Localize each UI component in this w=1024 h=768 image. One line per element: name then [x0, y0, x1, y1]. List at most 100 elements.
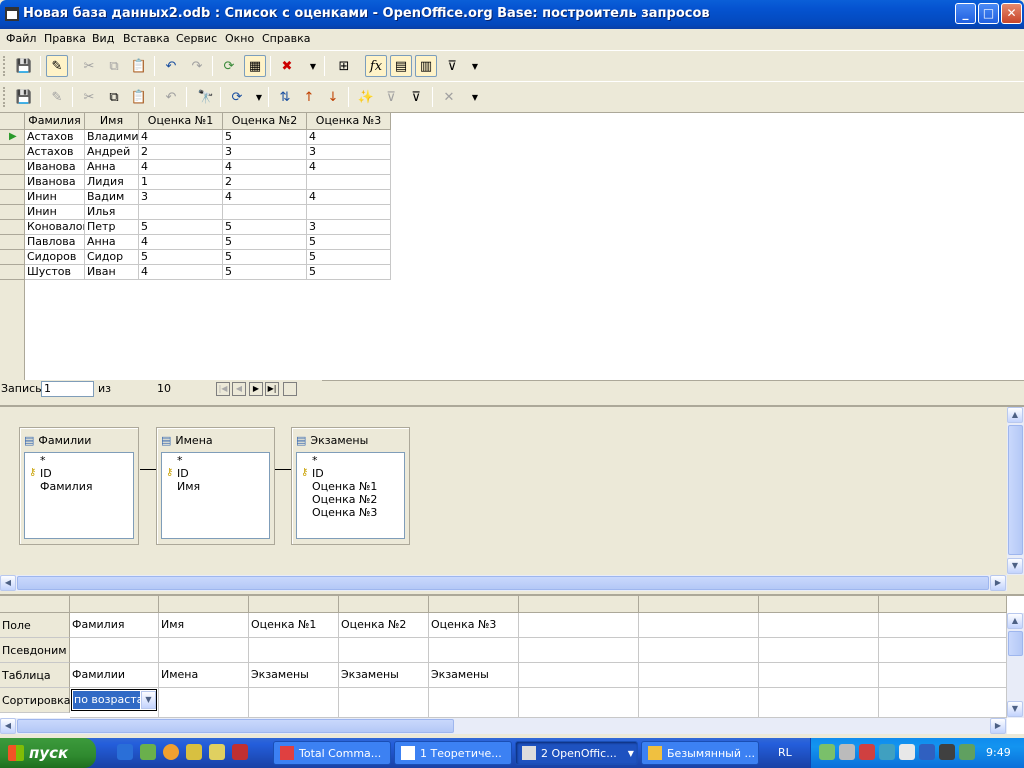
- paste-icon[interactable]: 📋: [128, 55, 150, 77]
- tray-icon[interactable]: [959, 744, 975, 760]
- row-header[interactable]: [0, 160, 25, 175]
- grid-cell[interactable]: 5: [223, 235, 307, 250]
- grid-cell[interactable]: Андрей: [85, 145, 139, 160]
- first-record-icon[interactable]: |◀: [216, 382, 230, 396]
- query-alias-cell[interactable]: [879, 638, 1007, 663]
- query-sort-cell[interactable]: [249, 688, 339, 718]
- find-icon[interactable]: 🔭: [195, 86, 217, 108]
- menu-view[interactable]: Вид: [92, 32, 114, 45]
- sort-icon[interactable]: ⇅: [274, 86, 296, 108]
- field-item[interactable]: ID: [40, 467, 52, 480]
- scroll-left-icon[interactable]: ◀: [0, 575, 16, 591]
- query-field-cell[interactable]: Имя: [159, 613, 249, 638]
- query-column-header[interactable]: [249, 596, 339, 613]
- close-button[interactable]: ✕: [1001, 3, 1022, 24]
- scroll-down-icon[interactable]: ▼: [1007, 558, 1023, 574]
- query-field-cell[interactable]: [879, 613, 1007, 638]
- scroll-right-icon[interactable]: ▶: [990, 575, 1006, 591]
- grid-cell[interactable]: Анна: [85, 160, 139, 175]
- sort-ascending-icon[interactable]: ↑: [298, 86, 320, 108]
- tray-icon[interactable]: [899, 744, 915, 760]
- toolbar2-more-icon[interactable]: ▼: [464, 55, 486, 77]
- scroll-up-icon[interactable]: ▲: [1007, 613, 1023, 629]
- row-header[interactable]: [0, 145, 25, 160]
- sort-select[interactable]: по возрастан ▼: [71, 689, 157, 711]
- task-writer[interactable]: 1 Теоретиче...: [394, 741, 512, 765]
- design-view-icon[interactable]: ▦: [244, 55, 266, 77]
- menu-window[interactable]: Окно: [225, 32, 254, 45]
- query-alias-cell[interactable]: [639, 638, 759, 663]
- sort-descending-icon[interactable]: ↓: [322, 86, 344, 108]
- grid-cell[interactable]: [139, 205, 223, 220]
- table-name-icon[interactable]: ▤: [390, 55, 412, 77]
- grid-cell[interactable]: 3: [307, 220, 391, 235]
- scroll-thumb[interactable]: [17, 576, 989, 590]
- query-alias-cell[interactable]: [249, 638, 339, 663]
- toolbar3-more-icon[interactable]: ▼: [464, 86, 486, 108]
- add-table-icon[interactable]: ⊞: [333, 55, 355, 77]
- alias-icon[interactable]: ▥: [415, 55, 437, 77]
- grid-cell[interactable]: Инин: [25, 190, 85, 205]
- scroll-thumb[interactable]: [1008, 631, 1023, 656]
- chevron-down-icon[interactable]: ▼: [141, 691, 156, 709]
- field-item[interactable]: ID: [312, 467, 324, 480]
- grid-cell[interactable]: Лидия: [85, 175, 139, 190]
- grid-cell[interactable]: 5: [307, 250, 391, 265]
- grid-cell[interactable]: [223, 205, 307, 220]
- query-table-cell[interactable]: [639, 663, 759, 688]
- grid-cell[interactable]: Иванова: [25, 160, 85, 175]
- grid-cell[interactable]: Илья: [85, 205, 139, 220]
- language-indicator[interactable]: RL: [778, 746, 792, 759]
- scroll-right-icon[interactable]: ▶: [990, 718, 1006, 734]
- query-column-header[interactable]: [759, 596, 879, 613]
- grid-cell[interactable]: Владимир: [85, 130, 139, 145]
- query-sort-cell[interactable]: [759, 688, 879, 718]
- query-sort-cell[interactable]: [339, 688, 429, 718]
- autofilter-icon[interactable]: ✨: [355, 86, 377, 108]
- task-paint[interactable]: Безымянный ...: [641, 741, 759, 765]
- quicklaunch-icon[interactable]: [186, 744, 202, 760]
- scroll-thumb[interactable]: [17, 719, 454, 733]
- functions-icon[interactable]: fx: [365, 55, 387, 77]
- grid-cell[interactable]: 5: [139, 250, 223, 265]
- scroll-down-icon[interactable]: ▼: [1007, 701, 1023, 717]
- scroll-up-icon[interactable]: ▲: [1007, 407, 1023, 423]
- paste-icon-2[interactable]: 📋: [128, 86, 150, 108]
- grid-cell[interactable]: 2: [139, 145, 223, 160]
- copy-icon-2[interactable]: ⧉: [103, 86, 125, 108]
- scroll-thumb[interactable]: [1008, 425, 1023, 555]
- query-column-header[interactable]: [429, 596, 519, 613]
- tray-icon[interactable]: [839, 744, 855, 760]
- query-field-cell[interactable]: Фамилия: [70, 613, 159, 638]
- tray-icon[interactable]: [919, 744, 935, 760]
- grid-cell[interactable]: Шустов: [25, 265, 85, 280]
- field-item[interactable]: Фамилия: [40, 480, 92, 493]
- query-column-header[interactable]: [639, 596, 759, 613]
- column-header[interactable]: Оценка №2: [223, 113, 307, 130]
- grid-cell[interactable]: 1: [139, 175, 223, 190]
- grid-cell[interactable]: Сидоров: [25, 250, 85, 265]
- grid-cell[interactable]: Сидор: [85, 250, 139, 265]
- query-table-cell[interactable]: Экзамены: [429, 663, 519, 688]
- save-record-icon[interactable]: 💾: [13, 86, 35, 108]
- task-total-commander[interactable]: Total Comma...: [273, 741, 391, 765]
- grid-cell[interactable]: 4: [139, 265, 223, 280]
- query-field-cell[interactable]: Оценка №2: [339, 613, 429, 638]
- row-header[interactable]: [0, 235, 25, 250]
- query-field-cell[interactable]: [759, 613, 879, 638]
- query-table-cell[interactable]: [879, 663, 1007, 688]
- query-column-header[interactable]: [70, 596, 159, 613]
- query-sort-cell[interactable]: [639, 688, 759, 718]
- grid-cell[interactable]: 4: [307, 160, 391, 175]
- query-column-header[interactable]: [879, 596, 1007, 613]
- run-query-icon[interactable]: ⟳: [218, 55, 240, 77]
- row-header[interactable]: [0, 190, 25, 205]
- query-alias-cell[interactable]: [519, 638, 639, 663]
- query-field-cell[interactable]: Оценка №1: [249, 613, 339, 638]
- grid-cell[interactable]: 5: [223, 130, 307, 145]
- query-horizontal-scrollbar[interactable]: ◀ ▶: [0, 718, 1007, 734]
- field-item[interactable]: *: [177, 454, 183, 467]
- refresh-icon[interactable]: ⟳: [226, 86, 248, 108]
- grid-cell[interactable]: Анна: [85, 235, 139, 250]
- cut-icon[interactable]: ✂: [78, 55, 100, 77]
